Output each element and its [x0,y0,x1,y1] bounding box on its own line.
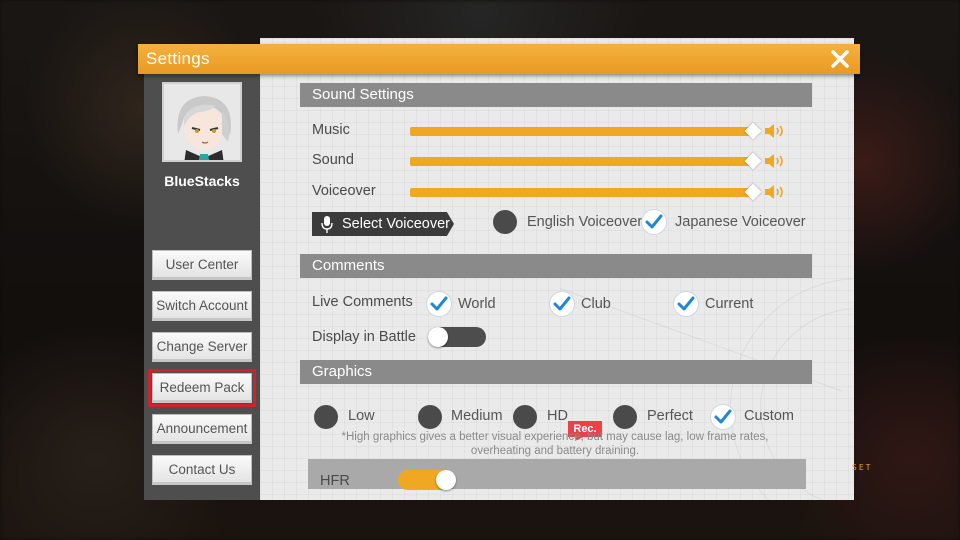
profile-sidebar: BlueStacks User Center Switch Account Ch… [144,74,260,500]
contact-us-button[interactable]: Contact Us [152,455,252,485]
username: BlueStacks [164,173,240,189]
graphics-note-line-2: overheating and battery draining. [470,445,640,457]
check-icon [714,409,732,424]
comments-header: Comments [300,254,812,278]
world-label: World [458,296,496,312]
graphics-low-radio[interactable] [314,405,338,429]
check-icon [645,214,663,229]
check-icon [677,296,695,311]
graphics-note: *High graphics gives a better visual exp… [320,430,790,458]
speaker-icon[interactable] [764,153,788,169]
music-slider[interactable] [410,127,754,136]
graphics-medium-label: Medium [451,408,503,424]
current-label: Current [705,296,754,312]
settings-dialog: Settings BlueStacks User Center Switch A… [138,38,860,500]
display-in-battle-label: Display in Battle [312,329,416,345]
voiceover-slider-handle[interactable] [744,183,762,201]
mic-icon [321,216,333,233]
select-voiceover-label: Select Voiceover [342,216,451,232]
current-checkbox[interactable] [674,292,698,316]
switch-account-button[interactable]: Switch Account [152,291,252,321]
graphics-medium-radio[interactable] [418,405,442,429]
avatar[interactable] [162,82,242,162]
voiceover-label: Voiceover [312,183,376,199]
club-checkbox[interactable] [550,292,574,316]
settings-scroll-area[interactable]: Sound Settings Music Sound Voiceover Sel… [260,74,854,500]
graphics-hd-label: HD [547,408,568,424]
announcement-button[interactable]: Announcement [152,414,252,444]
music-label: Music [312,122,350,138]
hfr-label: HFR [320,473,350,489]
world-checkbox[interactable] [427,292,451,316]
sound-settings-header: Sound Settings [300,83,812,107]
hfr-row: HFR [308,459,806,490]
toggle-knob [428,327,448,347]
avatar-portrait-icon [164,84,240,160]
graphics-custom-label: Custom [744,408,794,424]
speaker-icon[interactable] [764,184,788,200]
graphics-perfect-radio[interactable] [613,405,637,429]
select-voiceover-button[interactable]: Select Voiceover [312,212,454,236]
graphics-header: Graphics [300,360,812,384]
graphics-low-label: Low [348,408,375,424]
hfr-toggle[interactable] [398,470,456,490]
graphics-perfect-label: Perfect [647,408,693,424]
live-comments-label: Live Comments [312,294,413,310]
english-voiceover-label: English Voiceover [527,214,643,230]
sound-label: Sound [312,152,354,168]
user-center-button[interactable]: User Center [152,250,252,280]
toggle-knob [436,470,456,490]
graphics-custom-radio[interactable] [711,405,735,429]
side-decoration-text: SET [852,462,870,473]
voiceover-slider[interactable] [410,188,754,197]
graphics-note-line-1: *High graphics gives a better visual exp… [341,431,769,443]
graphics-hd-radio[interactable] [513,405,537,429]
settings-content[interactable]: Sound Settings Music Sound Voiceover Sel… [260,38,854,500]
sound-slider-handle[interactable] [744,152,762,170]
check-icon [553,296,571,311]
dialog-title: Settings [146,49,210,68]
japanese-voiceover-label: Japanese Voiceover [675,214,806,230]
club-label: Club [581,296,611,312]
sound-slider[interactable] [410,157,754,166]
dialog-titlebar: Settings [138,44,860,74]
close-icon[interactable] [828,47,852,71]
speaker-icon[interactable] [764,123,788,139]
redeem-pack-button[interactable]: Redeem Pack [148,369,256,407]
check-icon [430,296,448,311]
japanese-voiceover-radio[interactable] [642,210,666,234]
english-voiceover-radio[interactable] [493,210,517,234]
music-slider-handle[interactable] [744,122,762,140]
change-server-button[interactable]: Change Server [152,332,252,362]
display-in-battle-toggle[interactable] [428,327,486,347]
